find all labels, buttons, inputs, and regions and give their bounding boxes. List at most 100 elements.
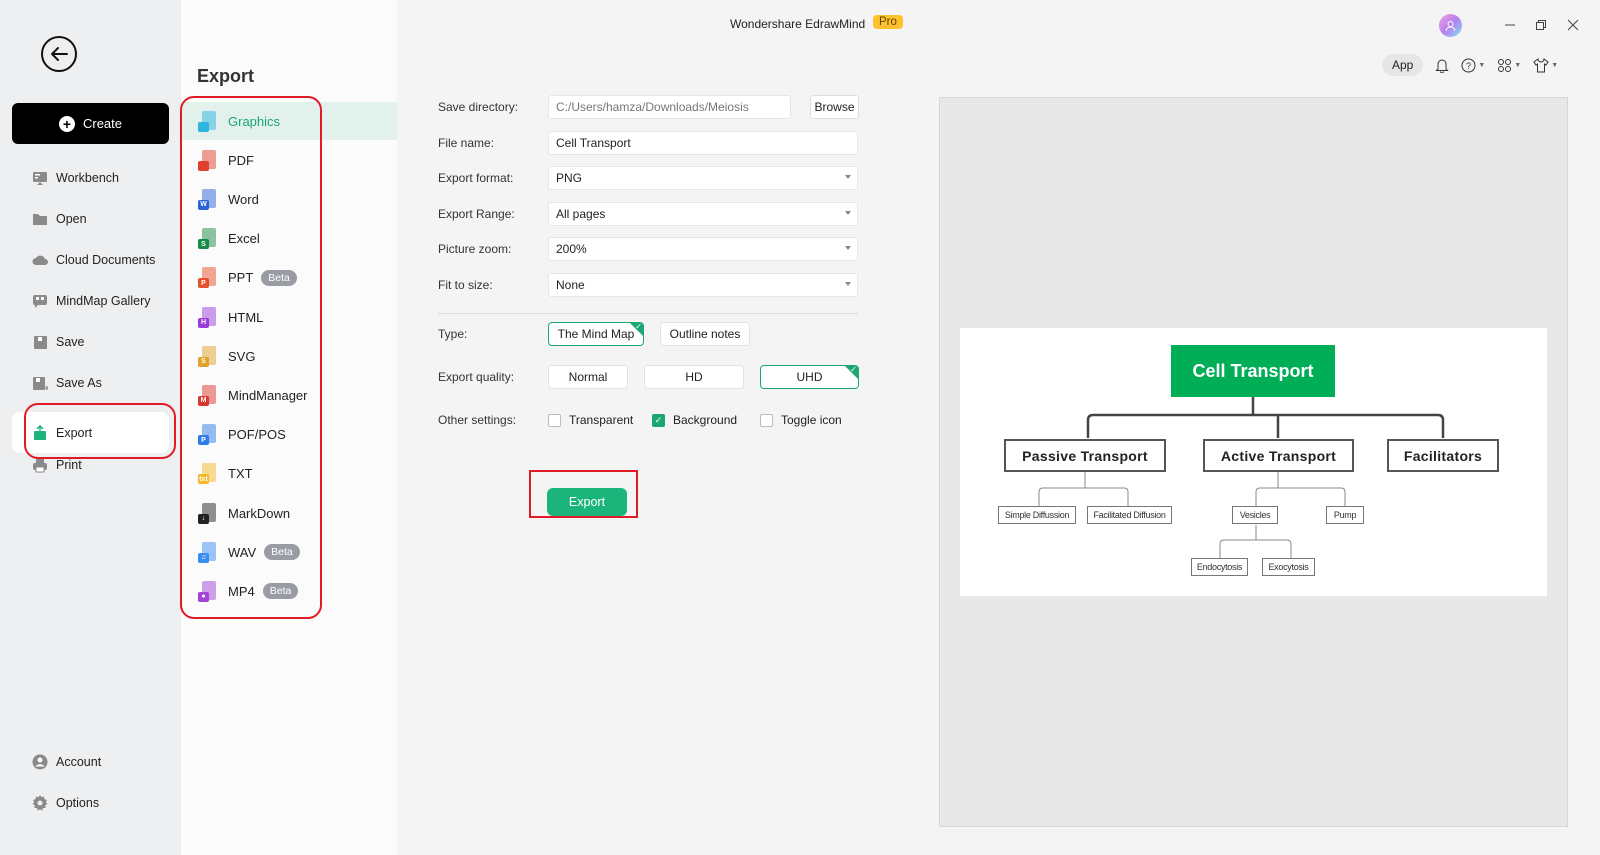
export-type-pdf[interactable]: PDF (181, 141, 397, 179)
option-label: Outline notes (669, 327, 741, 341)
restore-button[interactable] (1531, 15, 1551, 35)
svg-file-icon: S (198, 345, 216, 367)
nav-item-options[interactable]: Options (24, 784, 170, 822)
fit-to-size-label: Fit to size: (438, 278, 493, 292)
export-button[interactable]: Export (547, 488, 627, 516)
export-type-pof-pos[interactable]: P POF/POS (181, 416, 397, 454)
check-icon: ✓ (652, 413, 665, 427)
nav-item-account[interactable]: Account (24, 743, 170, 781)
export-format-select[interactable]: PNG (548, 166, 858, 190)
save-directory-input[interactable]: C:/Users/hamza/Downloads/Meiosis (548, 95, 791, 119)
export-type-svg[interactable]: S SVG (181, 337, 397, 375)
close-icon (1567, 19, 1579, 31)
cloud-icon (32, 252, 48, 268)
beta-badge: Beta (264, 544, 300, 561)
minimize-button[interactable] (1500, 15, 1520, 35)
chevron-down-icon (845, 246, 851, 250)
notifications-button[interactable] (1435, 58, 1450, 73)
theme-button[interactable]: ▼ (1533, 57, 1558, 73)
export-range-select[interactable]: All pages (548, 202, 858, 226)
export-type-html[interactable]: H HTML (181, 298, 397, 336)
nav-item-save[interactable]: Save (24, 323, 170, 361)
type-option-mind-map[interactable]: The Mind Map ✓ (548, 322, 644, 346)
chevron-down-icon: ▼ (1478, 61, 1486, 69)
export-type-label: PDF (228, 152, 254, 168)
workbench-icon (32, 170, 48, 186)
export-type-label: PPT (228, 270, 254, 286)
quality-option-hd[interactable]: HD (644, 365, 744, 389)
nav-label: Account (56, 755, 102, 769)
export-type-label: TXT (228, 466, 253, 482)
mindmap-preview-canvas: Cell Transport Passive Transport Active … (960, 328, 1547, 596)
mp4-file-icon: ● (198, 580, 216, 602)
save-as-icon (32, 375, 48, 391)
export-type-graphics[interactable]: Graphics (181, 102, 397, 140)
nav-item-save-as[interactable]: Save As (24, 364, 170, 402)
save-directory-row: Save directory: C:/Users/hamza/Downloads… (438, 95, 859, 119)
svg-text:?: ? (1466, 61, 1471, 71)
background-checkbox[interactable]: ✓ Background (652, 413, 737, 427)
fit-to-size-row: Fit to size: None (438, 273, 858, 297)
transparent-checkbox[interactable]: Transparent (548, 413, 633, 427)
app-button[interactable]: App (1382, 54, 1424, 76)
type-option-outline-notes[interactable]: Outline notes (660, 322, 750, 346)
restore-icon (1536, 20, 1546, 30)
export-type-txt[interactable]: txt TXT (181, 455, 397, 493)
export-type-excel[interactable]: S Excel (181, 220, 397, 258)
print-icon (32, 457, 48, 473)
pdf-file-icon (198, 149, 216, 171)
quality-option-uhd[interactable]: UHD ✓ (760, 365, 859, 389)
nav-item-cloud-documents[interactable]: Cloud Documents (24, 241, 170, 279)
apps-button[interactable]: ▼ (1497, 58, 1521, 73)
bell-icon (1435, 59, 1450, 73)
export-type-markdown[interactable]: ↓ MarkDown (181, 494, 397, 532)
export-type-ppt[interactable]: P PPT Beta (181, 259, 397, 297)
export-format-row: Export format: PNG (438, 166, 858, 190)
help-icon: ? (1461, 58, 1476, 72)
export-type-label: POF/POS (228, 427, 286, 443)
file-name-input[interactable]: Cell Transport (548, 131, 858, 155)
type-label: Type: (438, 327, 468, 341)
nav-item-workbench[interactable]: Workbench (24, 159, 170, 197)
nav-item-mindmap-gallery[interactable]: MindMap Gallery (24, 282, 170, 320)
beta-badge: Beta (262, 583, 299, 600)
nav-item-print[interactable]: Print (24, 446, 170, 484)
export-type-word[interactable]: W Word (181, 180, 397, 218)
export-type-wav[interactable]: ♫ WAV Beta (181, 533, 397, 571)
export-type-label: SVG (228, 348, 256, 364)
toggle-icon-checkbox[interactable]: Toggle icon (760, 413, 842, 427)
mindmap-branch-node: Active Transport (1203, 439, 1354, 472)
export-icon (32, 424, 48, 441)
user-avatar[interactable] (1439, 14, 1462, 37)
export-type-mp4[interactable]: ● MP4 Beta (181, 572, 397, 610)
export-type-label: MindManager (228, 387, 308, 403)
fit-to-size-select[interactable]: None (548, 273, 858, 297)
nav-item-open[interactable]: Open (24, 200, 170, 238)
quality-option-normal[interactable]: Normal (548, 365, 628, 389)
export-type-label: MP4 (228, 583, 255, 599)
help-button[interactable]: ? ▼ (1461, 58, 1485, 73)
export-type-label: HTML (228, 309, 264, 325)
export-panel-title: Export (197, 66, 255, 86)
excel-file-icon: S (198, 228, 216, 250)
create-button[interactable]: + Create (12, 103, 169, 144)
shirt-icon (1533, 57, 1549, 72)
mindmap-sub-node: Vesicles (1232, 506, 1278, 524)
fit-to-size-value: None (556, 278, 585, 292)
browse-button[interactable]: Browse (810, 95, 859, 119)
picture-zoom-select[interactable]: 200% (548, 237, 858, 261)
export-type-label: Word (228, 191, 259, 207)
check-icon: ✓ (850, 365, 857, 374)
checkbox-label: Background (673, 413, 738, 427)
beta-badge: Beta (261, 269, 297, 286)
nav-label: Workbench (56, 171, 119, 185)
picture-zoom-value: 200% (556, 242, 587, 256)
export-type-mindmanager[interactable]: M MindManager (181, 376, 397, 414)
mindmap-sub-node: Pump (1326, 506, 1364, 524)
back-button[interactable] (41, 36, 77, 72)
close-button[interactable] (1563, 15, 1583, 35)
export-type-label: Excel (228, 231, 260, 247)
save-directory-label: Save directory: (438, 100, 519, 114)
export-format-label: Export format: (438, 171, 514, 185)
other-settings-label: Other settings: (438, 413, 517, 427)
